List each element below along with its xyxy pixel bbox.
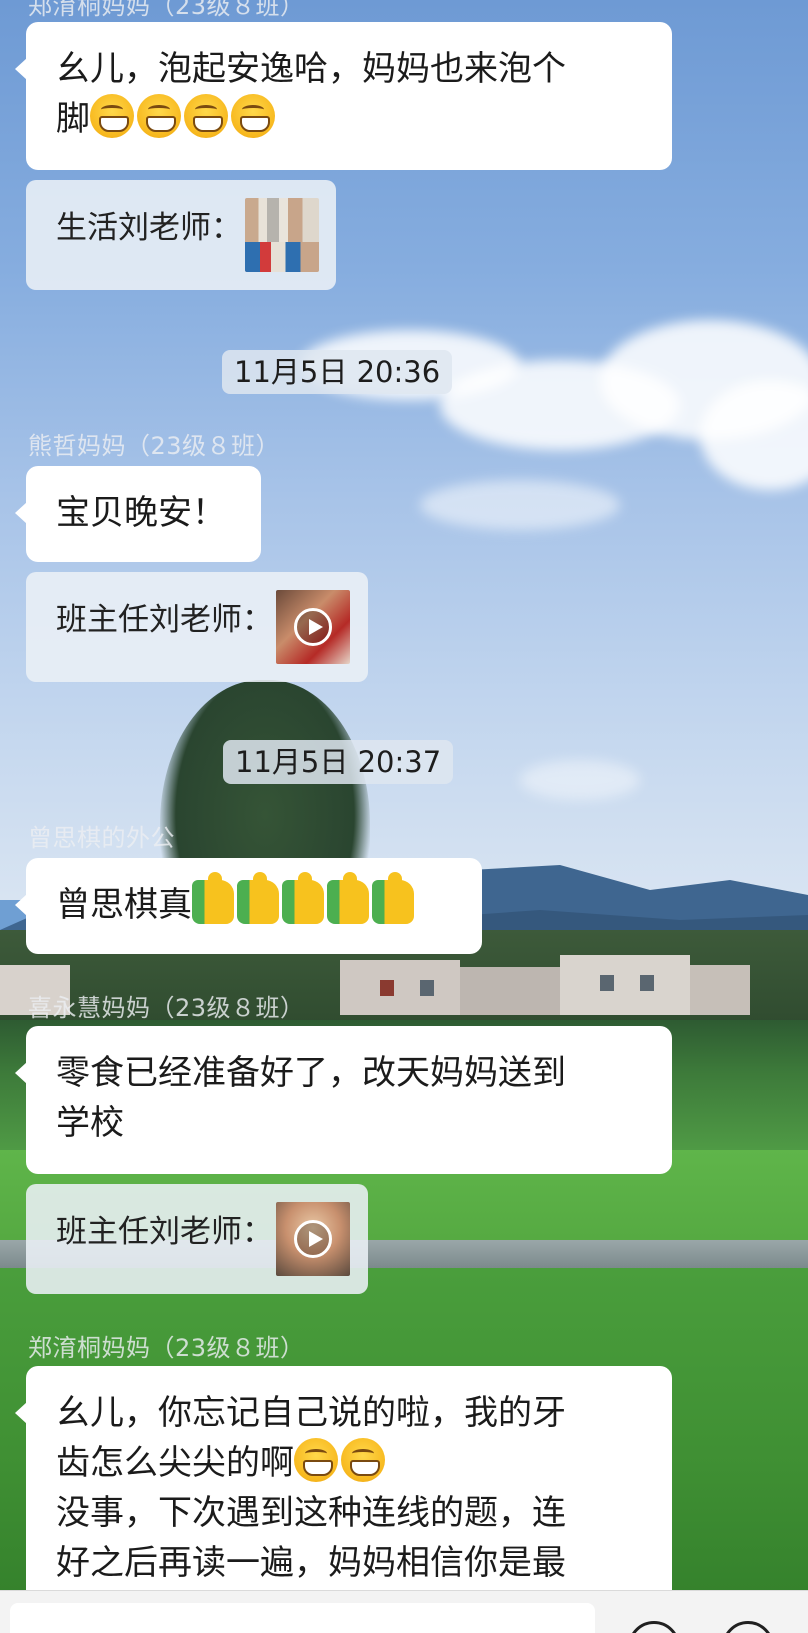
thumbs-up-emoji-icon [237, 872, 279, 924]
video-thumbnail[interactable] [276, 590, 350, 664]
sender-name: 熊哲妈妈（23级８班） [28, 432, 281, 460]
grinning-face-emoji-icon [90, 94, 134, 138]
input-toolbar [0, 1590, 808, 1633]
message-bubble[interactable]: 宝贝晚安！ [15, 466, 261, 562]
thumbs-up-emoji-icon [372, 872, 414, 924]
message-input[interactable] [10, 1603, 595, 1633]
message-bubble[interactable]: 零食已经准备好了，改天妈妈送到 学校 [15, 1026, 672, 1174]
message-text: 学校 [56, 1103, 124, 1143]
message-bubble[interactable]: 幺儿，你忘记自己说的啦，我的牙 齿怎么尖尖的啊 没事，下次遇到这种连线的题，连 … [15, 1366, 672, 1616]
message-text: 曾思棋真 [56, 872, 452, 930]
message-text: 宝贝晚安！ [56, 493, 226, 533]
message-text: 零食已经准备好了，改天妈妈送到 [56, 1053, 566, 1093]
message-bubble[interactable]: 曾思棋真 [15, 858, 482, 954]
video-message-card[interactable]: 班主任刘老师： [26, 1184, 368, 1294]
grinning-face-emoji-icon [137, 94, 181, 138]
message-text: 没事，下次遇到这种连线的题，连 [56, 1493, 566, 1533]
grinning-face-emoji-icon [294, 1438, 338, 1482]
message-bubble[interactable]: 幺儿，泡起安逸哈，妈妈也来泡个 脚 [15, 22, 672, 170]
video-message-card[interactable]: 班主任刘老师： [26, 572, 368, 682]
photo-thumbnail[interactable] [245, 198, 319, 272]
emoji-icon[interactable] [722, 1621, 774, 1633]
grinning-face-emoji-icon [341, 1438, 385, 1482]
voice-icon[interactable] [628, 1621, 680, 1633]
play-icon[interactable] [294, 1220, 332, 1258]
play-icon[interactable] [294, 608, 332, 646]
sender-name: 喜永慧妈妈（23级８班） [28, 994, 305, 1022]
message-text: 齿怎么尖尖的啊 [56, 1438, 642, 1488]
sender-name: 郑淯桐妈妈（23级８班） [28, 1334, 305, 1362]
video-thumbnail[interactable] [276, 1202, 350, 1276]
photo-message-card[interactable]: 生活刘老师： [26, 180, 336, 290]
message-text: 幺儿，你忘记自己说的啦，我的牙 [56, 1393, 566, 1433]
chat-message-list[interactable]: 郑淯桐妈妈（23级８班） 幺儿，泡起安逸哈，妈妈也来泡个 脚 生活刘老师： 11… [0, 0, 808, 1633]
grinning-face-emoji-icon [184, 94, 228, 138]
message-text: 好之后再读一遍，妈妈相信你是最 [56, 1543, 566, 1583]
sender-name: 郑淯桐妈妈（23级８班） [28, 0, 305, 20]
thumbs-up-emoji-icon [192, 872, 234, 924]
card-sender-label: 生活刘老师： [56, 210, 242, 246]
card-sender-label: 班主任刘老师： [56, 602, 273, 638]
message-text: 脚 [56, 94, 642, 144]
timestamp: 11月5日 20:37 [223, 740, 454, 784]
card-sender-label: 班主任刘老师： [56, 1214, 273, 1250]
grinning-face-emoji-icon [231, 94, 275, 138]
thumbs-up-emoji-icon [282, 872, 324, 924]
timestamp: 11月5日 20:36 [222, 350, 453, 394]
thumbs-up-emoji-icon [327, 872, 369, 924]
message-text: 幺儿，泡起安逸哈，妈妈也来泡个 [56, 49, 566, 89]
sender-name: 曾思棋的外公 [28, 824, 175, 852]
